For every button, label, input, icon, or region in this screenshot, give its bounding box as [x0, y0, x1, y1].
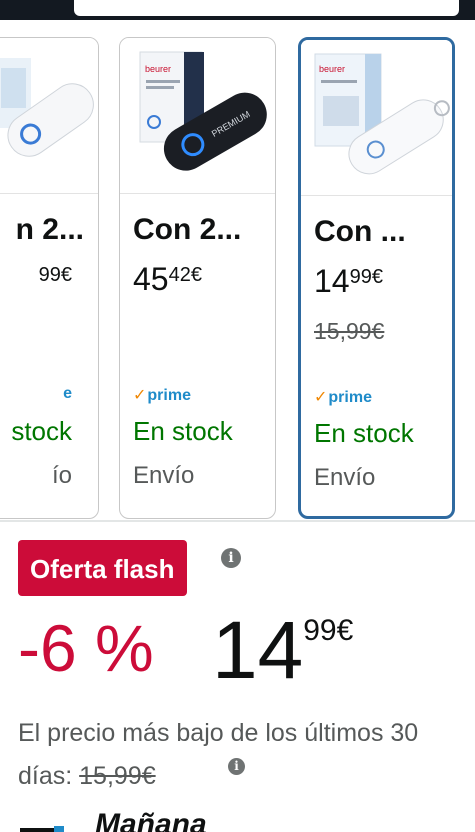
shipping-info: Envío [314, 464, 376, 491]
old-price: 15,99€ [314, 318, 385, 344]
product-image[interactable]: beurer PREMIUM [120, 38, 275, 194]
flash-deal-badge: Oferta flash [18, 540, 187, 596]
shipping-info: Envío [133, 462, 195, 489]
prime-badge: ✓prime [133, 385, 191, 405]
product-card[interactable]: n 2... 99€ e stock ío [0, 37, 99, 519]
stock-status: En stock [314, 418, 414, 448]
product-title[interactable]: Con ... [314, 215, 406, 249]
product-price: 99€ [39, 261, 72, 298]
product-price: 4542€ [133, 261, 202, 298]
top-bar [0, 0, 475, 20]
info-icon[interactable]: i [221, 548, 241, 568]
stock-status: stock [11, 416, 72, 446]
product-title[interactable]: n 2... [16, 213, 84, 247]
delivery-date: Mañana [95, 808, 207, 832]
product-image[interactable] [0, 38, 98, 194]
prime-label: e [63, 385, 72, 402]
prime-label: prime [147, 387, 191, 404]
deal-price-whole: 14 [212, 605, 304, 696]
lowest-price-value: 15,99€ [79, 762, 156, 790]
product-title[interactable]: Con 2... [133, 213, 241, 247]
price-fraction: 42€ [168, 264, 202, 286]
brand-logo-text: beurer [145, 64, 171, 74]
price-fraction: 99€ [349, 266, 383, 288]
product-card[interactable]: beurer PREMIUM Con 2... 4542€ ✓prime En … [119, 37, 276, 519]
prime-check-icon: ✓ [314, 389, 328, 406]
prime-badge: e [63, 385, 72, 403]
deal-price-fraction: 99€ [303, 614, 354, 647]
search-input[interactable] [74, 0, 459, 16]
product-price: 1499€ [314, 263, 383, 300]
prime-badge: ✓prime [314, 387, 372, 407]
info-icon[interactable]: i [228, 758, 245, 775]
product-card-selected[interactable]: beurer Con ... 1499€ 15,99€ ✓prime En st… [298, 37, 455, 519]
product-image[interactable]: beurer [301, 40, 452, 196]
prime-label: prime [328, 389, 372, 406]
deal-price: 1499€ [212, 604, 353, 698]
discount-percentage: -6 % [18, 611, 154, 685]
brand-logo-text: beurer [319, 64, 345, 74]
lowest-price-note: El precio más bajo de los últimos 30 día… [18, 712, 458, 798]
shipping-info: ío [51, 462, 72, 489]
price-fraction: 99€ [38, 264, 72, 286]
price-whole: 14 [314, 263, 350, 299]
delivery-truck-icon [20, 826, 64, 832]
prime-check-icon: ✓ [133, 387, 147, 404]
section-divider [0, 520, 475, 522]
price-whole: 45 [133, 261, 169, 297]
product-carousel: n 2... 99€ e stock ío beurer PREMIUM Con… [0, 20, 475, 520]
stock-status: En stock [133, 416, 233, 446]
